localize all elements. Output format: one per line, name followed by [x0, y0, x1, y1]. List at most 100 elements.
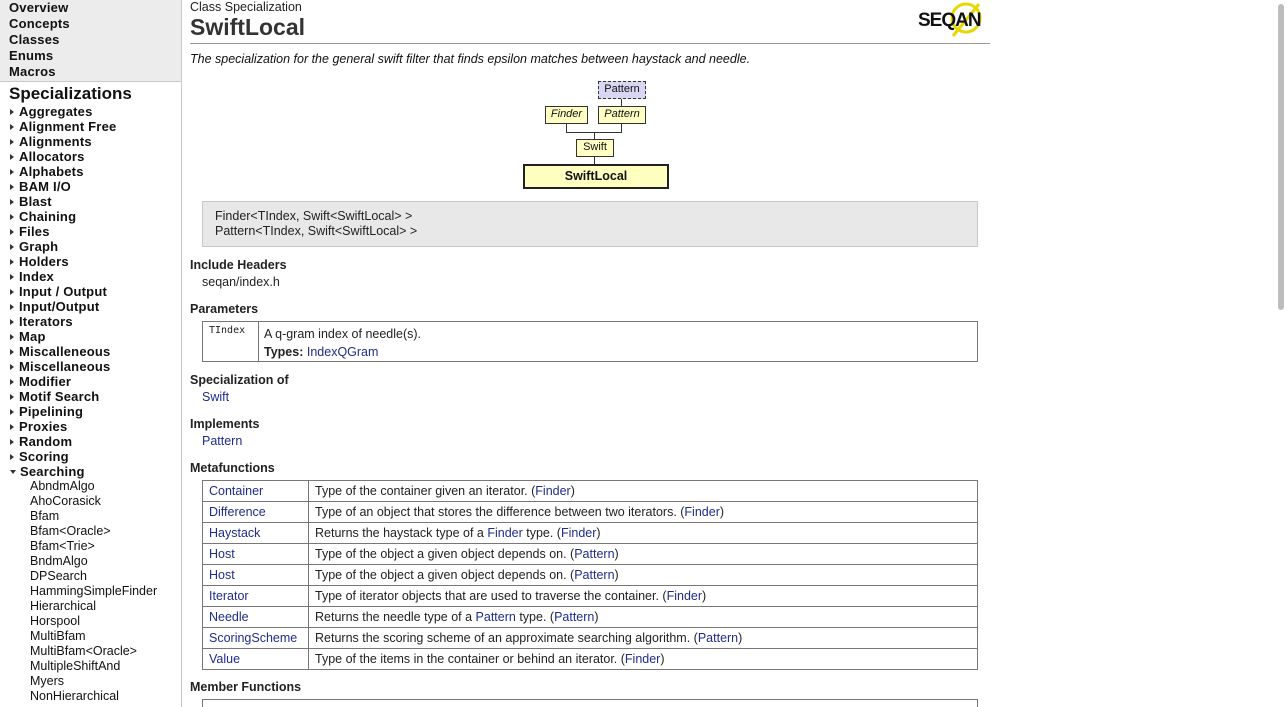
specialization-of-link[interactable]: Swift	[202, 390, 229, 404]
page-scrollbar[interactable]	[1275, 0, 1287, 707]
expand-triangle-icon[interactable]	[10, 243, 14, 250]
expand-triangle-icon[interactable]	[10, 258, 14, 265]
scrollbar-thumb[interactable]	[1278, 4, 1284, 310]
seqan-logo[interactable]: SEQAN	[917, 0, 989, 40]
expand-triangle-icon[interactable]	[10, 168, 14, 175]
metafunction-type-link[interactable]: Finder	[487, 526, 522, 540]
expand-triangle-icon[interactable]	[10, 363, 14, 370]
metafunction-link[interactable]: Needle	[209, 610, 249, 624]
expand-triangle-icon[interactable]	[10, 213, 14, 220]
metafunction-link[interactable]: Host	[209, 547, 235, 561]
expand-triangle-icon[interactable]	[10, 288, 14, 295]
sidebar-category[interactable]: Aggregates	[10, 104, 181, 119]
sidebar-subitem[interactable]: AbndmAlgo	[30, 479, 181, 494]
sidebar-subitem[interactable]: MultiBfam	[30, 629, 181, 644]
sidebar-subitem[interactable]: BndmAlgo	[30, 554, 181, 569]
sidebar-subitem[interactable]: Bfam	[30, 509, 181, 524]
sidebar-category[interactable]: Graph	[10, 239, 181, 254]
metafunction-source-link[interactable]: Pattern	[574, 547, 614, 561]
nav-link-classes[interactable]: Classes	[9, 32, 181, 48]
sidebar-category[interactable]: Pipelining	[10, 404, 181, 419]
sidebar-category-expanded[interactable]: Searching	[10, 464, 181, 479]
sidebar-subitem[interactable]: Horspool	[30, 614, 181, 629]
metafunction-source-link[interactable]: Finder	[684, 505, 719, 519]
expand-triangle-icon[interactable]	[10, 108, 14, 115]
sidebar-subitem[interactable]: AhoCorasick	[30, 494, 181, 509]
metafunction-source-link[interactable]: Finder	[535, 484, 570, 498]
sidebar-category[interactable]: Alignments	[10, 134, 181, 149]
nav-link-concepts[interactable]: Concepts	[9, 16, 181, 32]
metafunction-link[interactable]: Host	[209, 568, 235, 582]
expand-triangle-icon[interactable]	[10, 153, 14, 160]
metafunction-link[interactable]: Difference	[209, 505, 266, 519]
expand-triangle-icon[interactable]	[10, 198, 14, 205]
expand-triangle-icon[interactable]	[10, 453, 14, 460]
metafunction-link[interactable]: Iterator	[209, 589, 249, 603]
metafunction-link[interactable]: ScoringScheme	[209, 631, 297, 645]
diagram-node-pattern[interactable]: Pattern	[598, 106, 646, 124]
sidebar-category[interactable]: Miscalleneous	[10, 344, 181, 359]
sidebar-category[interactable]: Input / Output	[10, 284, 181, 299]
metafunction-source-link[interactable]: Finder	[561, 526, 596, 540]
expand-triangle-icon[interactable]	[10, 333, 14, 340]
sidebar-category[interactable]: Index	[10, 269, 181, 284]
expand-triangle-icon[interactable]	[10, 378, 14, 385]
sidebar-category[interactable]: Miscellaneous	[10, 359, 181, 374]
sidebar-category[interactable]: Map	[10, 329, 181, 344]
sidebar-category[interactable]: Alignment Free	[10, 119, 181, 134]
sidebar-category[interactable]: Alphabets	[10, 164, 181, 179]
sidebar-category[interactable]: Holders	[10, 254, 181, 269]
diagram-node-finder[interactable]: Finder	[545, 106, 588, 124]
diagram-node-pattern-concept[interactable]: Pattern	[598, 81, 646, 99]
expand-triangle-icon[interactable]	[10, 423, 14, 430]
metafunction-link[interactable]: Haystack	[209, 526, 260, 540]
expand-triangle-icon[interactable]	[10, 438, 14, 445]
expand-triangle-icon[interactable]	[10, 408, 14, 415]
metafunction-source-link[interactable]: Finder	[625, 652, 660, 666]
metafunction-source-link[interactable]: Finder	[667, 589, 702, 603]
expand-triangle-icon[interactable]	[10, 123, 14, 130]
sidebar-subitem[interactable]: Bfam<Trie>	[30, 539, 181, 554]
nav-link-macros[interactable]: Macros	[9, 64, 181, 80]
sidebar-subitem[interactable]: HammingSimpleFinder	[30, 584, 181, 599]
metafunction-type-link[interactable]: Pattern	[476, 610, 516, 624]
expand-triangle-icon[interactable]	[10, 318, 14, 325]
sidebar-category[interactable]: Motif Search	[10, 389, 181, 404]
sidebar-category[interactable]: Files	[10, 224, 181, 239]
expand-triangle-icon[interactable]	[10, 228, 14, 235]
sidebar-category[interactable]: Iterators	[10, 314, 181, 329]
sidebar-subitem[interactable]: NonHierarchical	[30, 689, 181, 704]
sidebar-category[interactable]: Input/Output	[10, 299, 181, 314]
sidebar-category[interactable]: Random	[10, 434, 181, 449]
sidebar-subitem[interactable]: Myers	[30, 674, 181, 689]
sidebar-subitem[interactable]: MultipleShiftAnd	[30, 659, 181, 674]
sidebar-subitem[interactable]: DPSearch	[30, 569, 181, 584]
metafunction-source-link[interactable]: Pattern	[554, 610, 594, 624]
types-link[interactable]: IndexQGram	[307, 345, 379, 359]
expand-triangle-icon[interactable]	[10, 303, 14, 310]
metafunction-source-link[interactable]: Pattern	[698, 631, 738, 645]
sidebar-category[interactable]: Proxies	[10, 419, 181, 434]
sidebar-category[interactable]: BAM I/O	[10, 179, 181, 194]
metafunction-link[interactable]: Value	[209, 652, 240, 666]
sidebar-subitem[interactable]: MultiBfam<Oracle>	[30, 644, 181, 659]
diagram-node-swift[interactable]: Swift	[576, 139, 614, 157]
expand-triangle-icon[interactable]	[10, 393, 14, 400]
metafunction-link[interactable]: Container	[209, 484, 263, 498]
collapse-triangle-icon[interactable]	[10, 469, 16, 474]
sidebar-subitem[interactable]: Hierarchical	[30, 599, 181, 614]
sidebar-category[interactable]: Chaining	[10, 209, 181, 224]
sidebar-category[interactable]: Modifier	[10, 374, 181, 389]
expand-triangle-icon[interactable]	[10, 348, 14, 355]
metafunction-source-link[interactable]: Pattern	[574, 568, 614, 582]
expand-triangle-icon[interactable]	[10, 183, 14, 190]
expand-triangle-icon[interactable]	[10, 138, 14, 145]
sidebar-subitem[interactable]: Bfam<Oracle>	[30, 524, 181, 539]
sidebar-category[interactable]: Scoring	[10, 449, 181, 464]
implements-link[interactable]: Pattern	[202, 434, 242, 448]
sidebar-category[interactable]: Allocators	[10, 149, 181, 164]
expand-triangle-icon[interactable]	[10, 273, 14, 280]
nav-link-enums[interactable]: Enums	[9, 48, 181, 64]
sidebar-category[interactable]: Blast	[10, 194, 181, 209]
nav-link-overview[interactable]: Overview	[9, 0, 181, 16]
